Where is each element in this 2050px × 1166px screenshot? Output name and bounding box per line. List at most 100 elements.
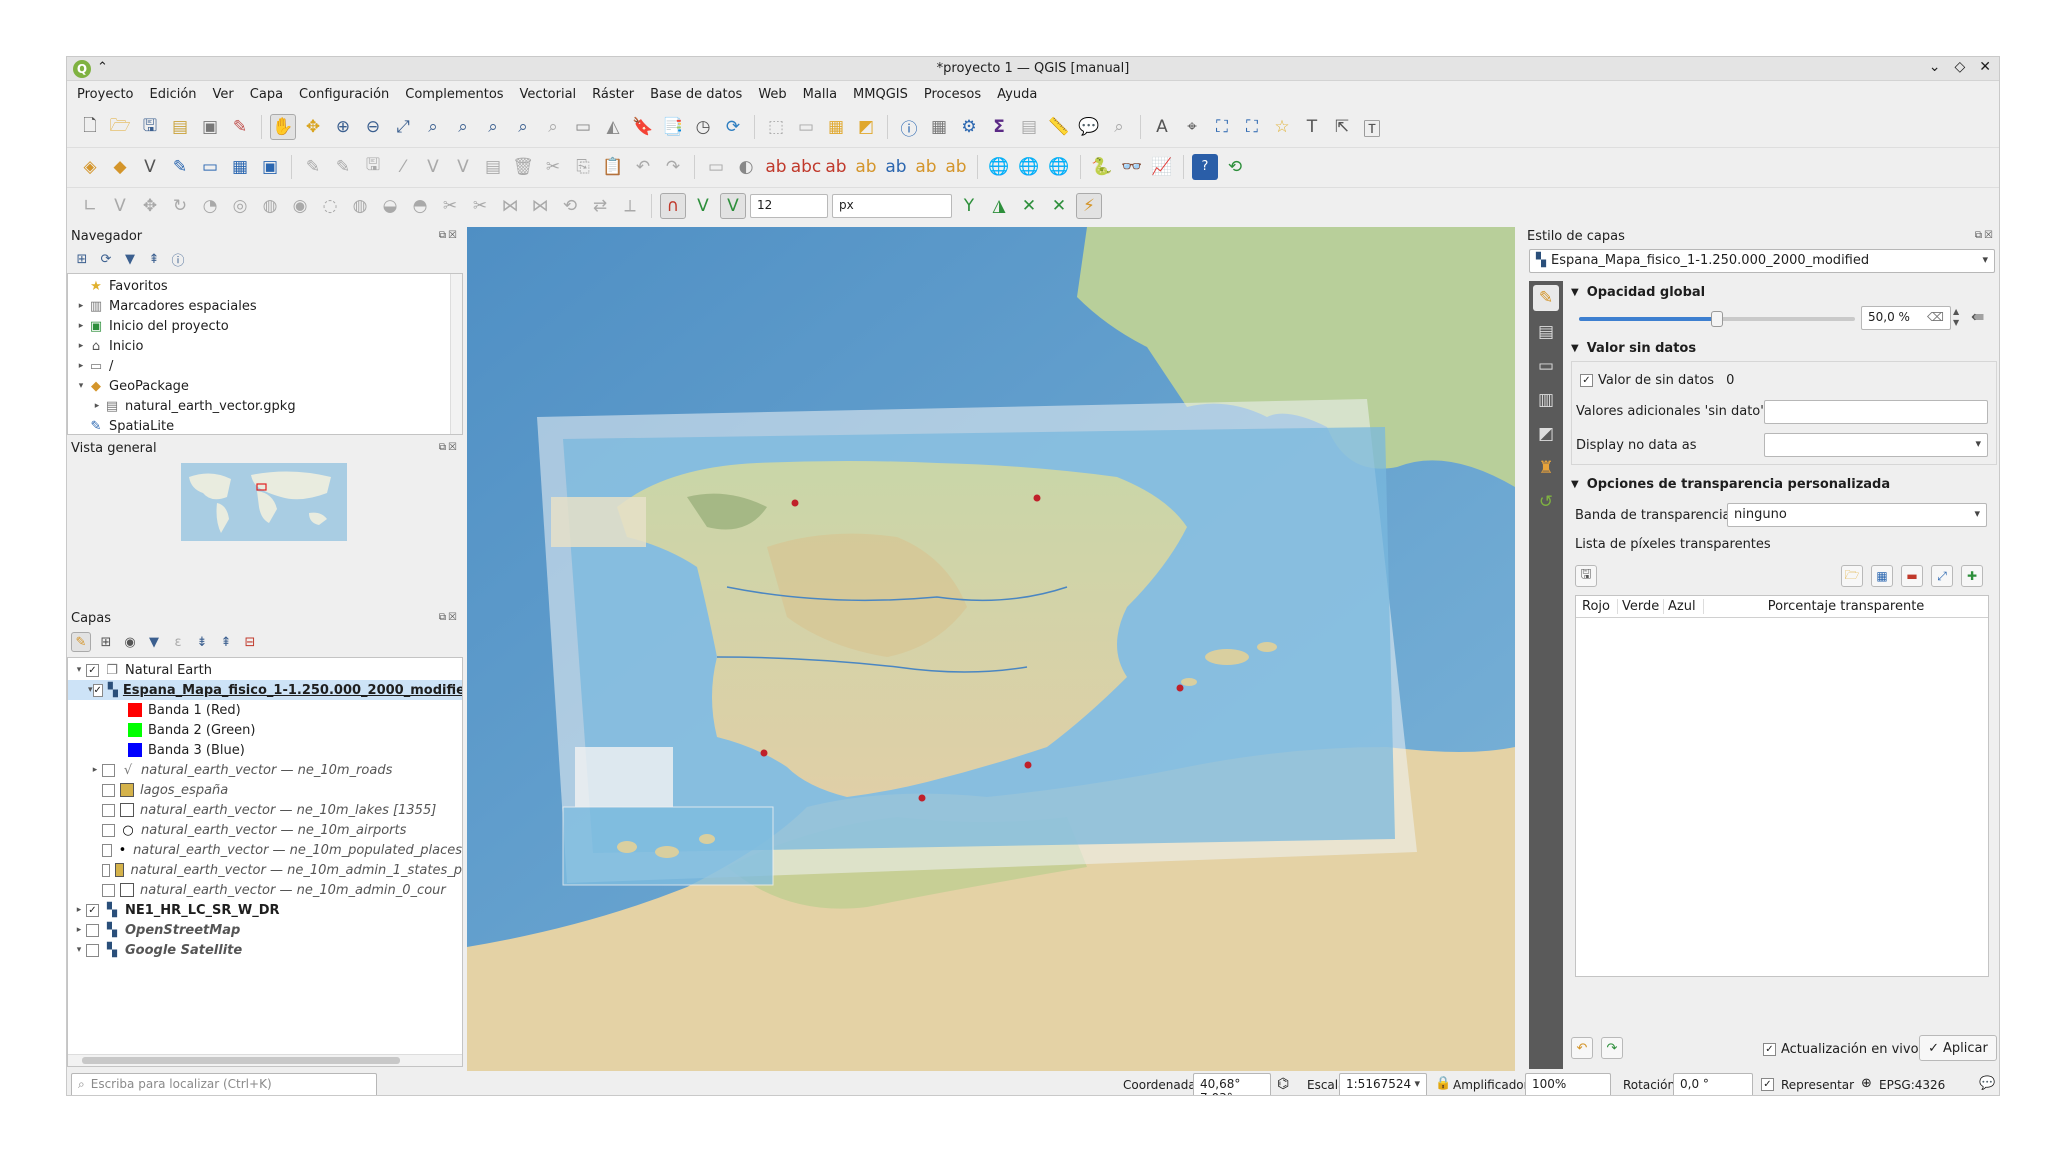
layer-visibility-checkbox[interactable]: ✓ [86,663,99,677]
col-rojo[interactable]: Rojo [1576,599,1618,614]
map-canvas[interactable] [467,227,1515,1071]
rotate-feature-2-icon[interactable]: ↻ [167,193,193,219]
histogram-tab-icon[interactable]: ▭ [1533,353,1559,379]
menu-proyecto[interactable]: Proyecto [75,85,136,104]
clear-icon[interactable]: ⌫ [1927,310,1944,324]
move-label-tool-icon[interactable]: ab [883,154,909,180]
enable-properties-icon[interactable]: ⓘ [169,250,187,269]
menu-base-de-datos[interactable]: Base de datos [648,85,744,104]
menu-mmqgis[interactable]: MMQGIS [851,85,910,104]
fill-ring-icon[interactable]: ◉ [287,193,313,219]
offset-curve-icon[interactable]: ◓ [407,193,433,219]
layer-item[interactable]: natural_earth_vector — ne_10m_lakes [135… [68,800,462,820]
map-tips-icon[interactable]: 💬 [1076,114,1102,140]
render-checkbox[interactable]: ✓ [1761,1078,1774,1091]
layers-hscrollbar[interactable] [68,1054,462,1066]
style-manager-icon[interactable]: ✎ [227,114,253,140]
avoid-overlap-icon[interactable]: ✕ [1016,193,1042,219]
transparency-band-select[interactable]: ninguno [1727,503,1987,527]
modify-attributes-icon[interactable]: V [450,154,476,180]
add-pixel-value-button[interactable]: ▦ [1871,565,1893,587]
col-verde[interactable]: Verde [1618,599,1664,614]
data-defined-override-icon[interactable]: ⇚ [1971,307,1984,326]
vertex-tool-icon[interactable]: V [420,154,446,180]
new-shapefile-icon[interactable]: V [137,154,163,180]
new-map-view-icon[interactable]: ▭ [570,114,596,140]
navigator-item[interactable]: ▾ ◆ GeoPackage [68,376,462,396]
layer-item[interactable]: ▾ ▚ Google Satellite [68,940,462,960]
edit-attributes-icon[interactable]: ▤ [480,154,506,180]
node-tool-icon[interactable]: ⛶ [1209,114,1235,140]
snapping-magnet-icon[interactable]: ∩ [660,192,686,219]
zoom-next-icon[interactable]: ⌕ [540,114,566,140]
metasearch-icon[interactable]: 🌐 [986,154,1012,180]
undo-style-button[interactable]: ↶ [1571,1037,1593,1059]
trim-extend-icon[interactable]: ⟂ [617,193,643,219]
profile-tool-icon[interactable]: 📈 [1149,154,1175,180]
new-project-icon[interactable]: 🗋 [77,114,103,140]
snap-unit-select[interactable]: px [832,193,952,218]
no-data-section[interactable]: ▼ Valor sin datos [1571,337,1997,359]
navigator-item[interactable]: ✎ SpatiaLite [68,416,462,434]
layout-manager-icon[interactable]: ▣ [197,114,223,140]
label-abc-red-icon[interactable]: abc [791,154,822,180]
measure-line-icon[interactable]: 📏 [1046,114,1072,140]
expand-all-icon[interactable]: ⇟ [193,633,211,651]
show-labels-icon[interactable]: ab [823,154,849,180]
merge-attributes-icon[interactable]: ⋈ [527,193,553,219]
layer-item[interactable]: ○ natural_earth_vector — ne_10m_airports [68,820,462,840]
additional-no-data-input[interactable] [1764,400,1988,424]
menu-edicion[interactable]: Edición [148,85,199,104]
new-bookmark-icon[interactable]: 🔖 [630,114,656,140]
menu-malla[interactable]: Malla [801,85,839,104]
cut-features-icon[interactable]: ✂ [540,154,566,180]
redo-style-button[interactable]: ↷ [1601,1037,1623,1059]
remove-pixel-value-button[interactable]: ▬ [1901,565,1923,587]
plugin-reload-icon[interactable]: ⟲ [1222,154,1248,180]
menu-ver[interactable]: Ver [211,85,236,104]
layer-visibility-checkbox[interactable] [102,823,115,837]
topological-editing-icon[interactable]: ◮ [986,193,1012,219]
navigator-item[interactable]: ▸ ▤ natural_earth_vector.gpkg [68,396,462,416]
navigator-item[interactable]: ★ Favoritos [68,276,462,296]
layer-item[interactable]: lagos_españa [68,780,462,800]
opacity-value-field[interactable]: 50,0 % ⌫ [1861,306,1951,330]
transparency-section[interactable]: ▼ Opciones de transparencia personalizada [1571,473,1997,495]
zoom-native-icon[interactable]: ⌕ [480,114,506,140]
collapse-all-icon[interactable]: ⇞ [145,250,163,268]
magnifier-field[interactable]: 100% [1525,1073,1611,1095]
change-label-icon[interactable]: T [1299,114,1325,140]
identify-features-icon[interactable]: ⓘ [896,114,922,140]
live-update-checkbox[interactable]: ✓ [1763,1042,1776,1056]
zoom-full-icon[interactable]: ⤢ [390,114,416,140]
collapse-all-layers-icon[interactable]: ⇞ [217,633,235,651]
layer-visibility-checkbox[interactable]: ✓ [86,903,99,917]
lock-scale-icon[interactable]: 🔒 [1435,1076,1451,1091]
minimize-icon[interactable]: ⌄ [1929,59,1941,75]
select-features-icon[interactable]: ⬚ [763,114,789,140]
pin-labels-icon[interactable]: ⌖ [1179,114,1205,140]
add-wms-icon[interactable]: ▣ [257,154,283,180]
label-toolbar-icon[interactable]: ▭ [703,154,729,180]
advanced-digitizing-icon[interactable]: ∟ [77,193,103,219]
transparency-tab-icon[interactable]: ▤ [1533,319,1559,345]
toggle-extents-icon[interactable]: ⌬ [1277,1076,1289,1092]
refresh-navigator-icon[interactable]: ⟳ [97,250,115,268]
close-icon[interactable]: ✕ [1979,59,1991,75]
split-features-icon[interactable]: ✂ [437,193,463,219]
crs-globe-icon[interactable]: ⊕ [1861,1076,1872,1091]
save-pixels-button[interactable]: 🖫 [1575,565,1597,587]
new-temporary-layer-icon[interactable]: ▭ [197,154,223,180]
snap-vertex-icon[interactable]: V [690,193,716,219]
add-raster-icon[interactable]: ▦ [227,154,253,180]
tracing-icon[interactable]: ⚡ [1076,192,1102,219]
style-manager-tab-icon[interactable]: ♜ [1533,455,1559,481]
menu-procesos[interactable]: Procesos [922,85,983,104]
crs-button[interactable]: EPSG:4326 [1879,1078,1945,1092]
redo-icon[interactable]: ↷ [660,154,686,180]
menu-web[interactable]: Web [756,85,788,104]
layer-item[interactable]: ▸ ✓ ▚ NE1_HR_LC_SR_W_DR [68,900,462,920]
new-layout-icon[interactable]: ▤ [167,114,193,140]
layer-item[interactable]: ▾ ✓ ▚ Espana_Mapa_fisico_1-1.250.000_2000_m… [68,680,462,700]
unpin-labels-icon[interactable]: ab [853,154,879,180]
